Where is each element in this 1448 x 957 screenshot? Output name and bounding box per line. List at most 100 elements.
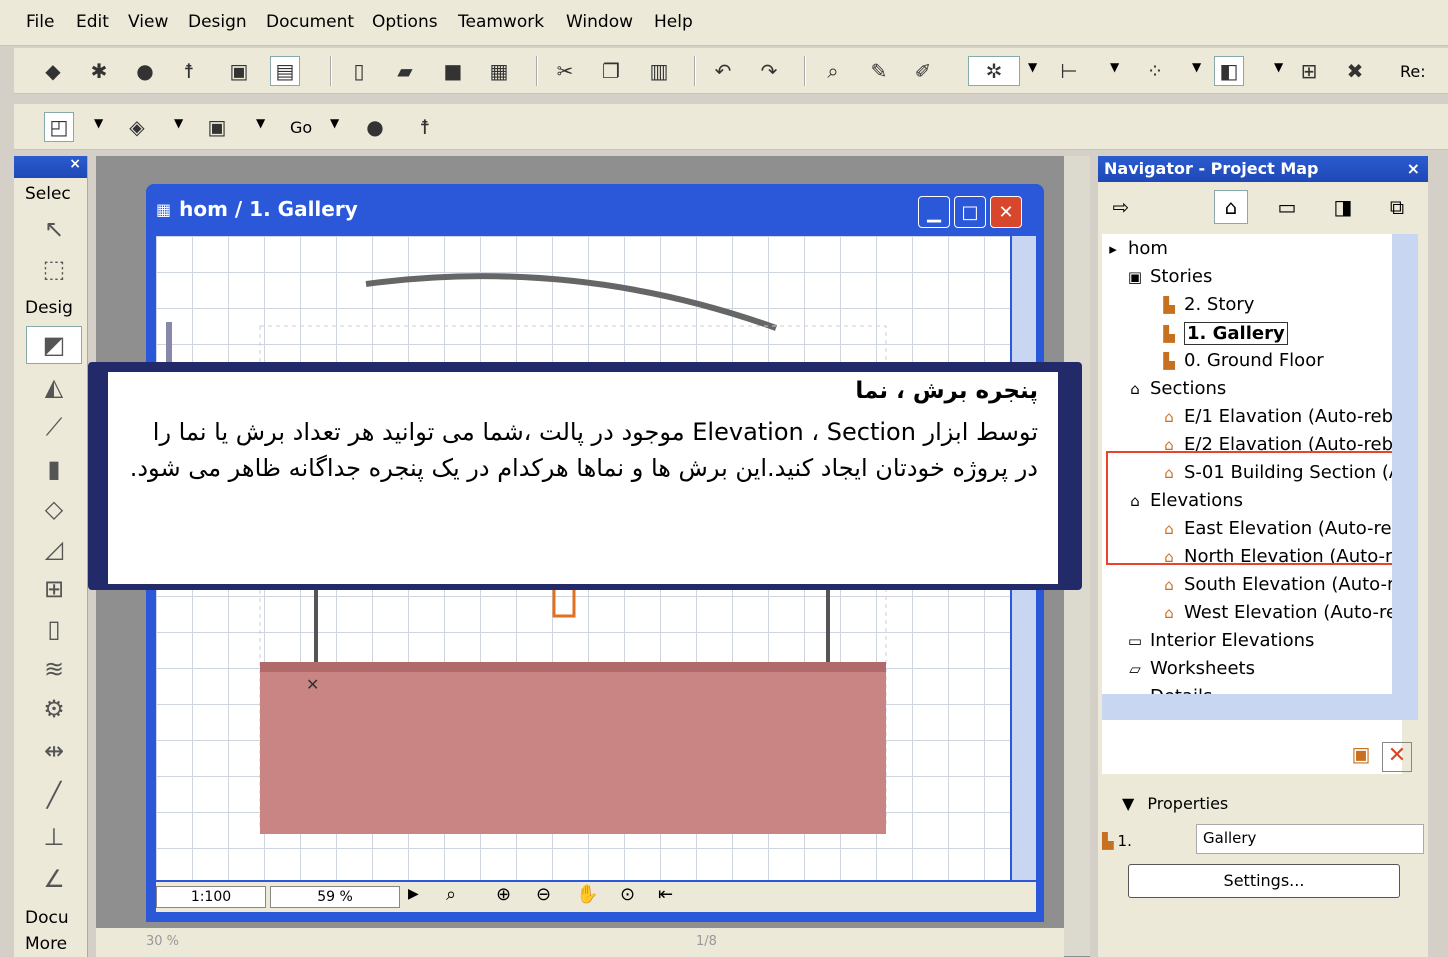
tree-item[interactable]: ⌂ South Elevation (Auto-r [1158, 574, 1394, 595]
zoom-out-icon[interactable]: ⊖ [536, 884, 551, 905]
tree-horizontal-scrollbar[interactable] [1102, 694, 1418, 720]
chevron-down-icon[interactable]: ▼ [1192, 60, 1201, 74]
menu-window[interactable]: Window [566, 12, 633, 32]
find-select-icon[interactable]: ⌕ [818, 56, 848, 86]
marquee-tool-icon[interactable]: ⬚ [26, 250, 82, 288]
minimize-button[interactable]: ▁ [918, 196, 950, 228]
view-map-icon[interactable]: ▭ [1270, 190, 1304, 224]
undo-icon[interactable]: ↶ [708, 56, 738, 86]
tree-item[interactable]: ⌂ E/1 Elavation (Auto-reb [1158, 406, 1393, 427]
measure-icon[interactable]: ⊞ [1294, 56, 1324, 86]
chevron-down-icon[interactable]: ▼ [256, 116, 265, 130]
project-map-icon[interactable]: ⌂ [1214, 190, 1248, 224]
tree-item[interactable]: ▱ Worksheets [1124, 658, 1255, 679]
palette-close-button[interactable]: × [14, 156, 87, 178]
inject-icon[interactable]: ✐ [908, 56, 938, 86]
dimension-tool-icon[interactable]: ⇹ [26, 732, 82, 770]
redo-icon[interactable]: ↷ [754, 56, 784, 86]
menu-teamwork[interactable]: Teamwork [458, 12, 544, 32]
menu-view[interactable]: View [128, 12, 168, 32]
mesh-tool-icon[interactable]: ≋ [26, 650, 82, 688]
more-section-label[interactable]: More [25, 934, 67, 954]
section-view-icon[interactable]: ◈ [122, 112, 152, 142]
grid-snap-icon[interactable]: ⁘ [1140, 56, 1170, 86]
menu-options[interactable]: Options [372, 12, 438, 32]
delete-icon[interactable]: ✕ [1382, 742, 1412, 772]
open-folder-icon[interactable]: ▰ [390, 56, 420, 86]
chevron-down-icon[interactable]: ▼ [1028, 60, 1037, 74]
chevron-down-icon[interactable]: ▼ [94, 116, 103, 130]
window-tool-icon[interactable]: ⊞ [26, 570, 82, 608]
property-name-field[interactable]: Gallery [1196, 824, 1424, 854]
chevron-down-icon[interactable]: ▼ [1122, 794, 1134, 813]
copy-3d-icon[interactable]: ▣ [224, 56, 254, 86]
menu-file[interactable]: File [26, 12, 54, 32]
walk-icon[interactable]: ☨ [174, 56, 204, 86]
line-tool-icon[interactable]: ╱ [26, 776, 82, 814]
arrow-tool-icon[interactable]: ↖ [26, 210, 82, 248]
camera-icon[interactable]: ✱ [84, 56, 114, 86]
tree-item[interactable]: ▙ 2. Story [1158, 294, 1254, 315]
door-tool-icon[interactable]: ▯ [26, 610, 82, 648]
scale-field[interactable]: 1:100 [156, 886, 266, 908]
main-zoom-field[interactable]: 30 % [146, 934, 179, 949]
layout-icon[interactable]: ▣ [202, 112, 232, 142]
navigator-close-button[interactable]: × [1407, 159, 1420, 178]
maximize-button[interactable]: □ [954, 196, 986, 228]
pick-up-icon[interactable]: ✎ [864, 56, 894, 86]
go-button[interactable]: Go [290, 118, 312, 137]
menu-help[interactable]: Help [654, 12, 693, 32]
paste-icon[interactable]: ▥ [644, 56, 674, 86]
tree-item[interactable]: ▸ hom [1102, 238, 1168, 259]
column-tool-icon[interactable]: ▮ [26, 450, 82, 488]
wall-tool-icon[interactable]: ◩ [26, 326, 82, 364]
layers-icon[interactable]: ◧ [1214, 56, 1244, 86]
walk-icon[interactable]: ☨ [410, 112, 440, 142]
object-tool-icon[interactable]: ⚙ [26, 690, 82, 728]
chevron-down-icon[interactable]: ▼ [1110, 60, 1119, 74]
chevron-down-icon[interactable]: ▼ [330, 116, 339, 130]
level-dimension-icon[interactable]: ⊥ [26, 818, 82, 856]
cut-icon[interactable]: ✂ [550, 56, 580, 86]
navigator-titlebar[interactable]: Navigator - Project Map × [1098, 156, 1428, 182]
new-folder-icon[interactable]: ▣ [1346, 742, 1376, 772]
tree-item-selected[interactable]: ▙ 1. Gallery [1158, 322, 1288, 345]
suspend-groups-icon[interactable]: ⊢ [1054, 56, 1084, 86]
angle-dimension-icon[interactable]: ∠ [26, 860, 82, 898]
menu-document[interactable]: Document [266, 12, 354, 32]
roof-tool-icon[interactable]: ◭ [26, 368, 82, 406]
print-icon[interactable]: ▦ [484, 56, 514, 86]
close-button[interactable]: ✕ [990, 196, 1022, 228]
menu-edit[interactable]: Edit [76, 12, 109, 32]
menu-design[interactable]: Design [188, 12, 247, 32]
publisher-icon[interactable]: ⧉ [1380, 190, 1414, 224]
slab-tool-icon[interactable]: ◇ [26, 490, 82, 528]
copy-icon[interactable]: ❐ [596, 56, 626, 86]
window-titlebar[interactable]: ▦ hom / 1. Gallery [156, 188, 358, 230]
new-file-icon[interactable]: ▯ [344, 56, 374, 86]
tree-item[interactable]: ⌂ Sections [1124, 378, 1226, 399]
brain-icon[interactable]: ● [130, 56, 160, 86]
pan-icon[interactable]: ✋ [576, 884, 598, 905]
floor-plan-icon[interactable]: ◰ [44, 112, 74, 142]
zoom-in-out-icon[interactable]: ⌕ [446, 884, 456, 905]
beam-tool-icon[interactable]: ⟋ [26, 408, 82, 446]
settings-button[interactable]: Settings... [1128, 864, 1400, 898]
navigator-options-icon[interactable]: ⇨ [1104, 190, 1138, 224]
chevron-down-icon[interactable]: ▼ [174, 116, 183, 130]
stair-tool-icon[interactable]: ◿ [26, 530, 82, 568]
tree-item[interactable]: ▙ 0. Ground Floor [1158, 350, 1323, 371]
zoom-in-icon[interactable]: ⊕ [496, 884, 511, 905]
save-icon[interactable]: ■ [438, 56, 468, 86]
close-x-icon[interactable]: ✖ [1340, 56, 1370, 86]
3d-view-icon[interactable]: ◆ [38, 56, 68, 86]
tree-vertical-scrollbar[interactable] [1392, 234, 1418, 694]
layout-book-icon[interactable]: ◨ [1326, 190, 1360, 224]
brain-icon[interactable]: ● [360, 112, 390, 142]
tree-item[interactable]: ▣ Stories [1124, 266, 1212, 287]
fit-window-icon[interactable]: ⊙ [620, 884, 635, 905]
chevron-down-icon[interactable]: ▼ [1274, 60, 1283, 74]
previous-zoom-icon[interactable]: ⇤ [658, 884, 673, 905]
zoom-menu-icon[interactable]: ▶ [408, 886, 419, 902]
tree-item[interactable]: ⌂ West Elevation (Auto-re [1158, 602, 1397, 623]
